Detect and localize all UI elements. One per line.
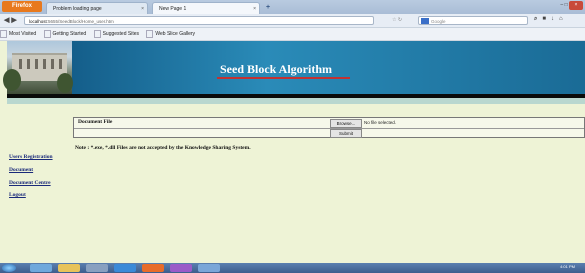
page-icon	[43, 29, 51, 38]
browse-button[interactable]: Browse...	[330, 119, 362, 128]
visual-studio-taskbar-icon[interactable]	[170, 264, 192, 272]
google-icon	[421, 18, 429, 24]
banner-underline	[217, 77, 350, 79]
new-tab-button[interactable]: +	[262, 3, 274, 13]
media-taskbar-icon[interactable]	[86, 264, 108, 272]
maximize-icon[interactable]: □	[565, 2, 568, 8]
tab-label: New Page 1	[159, 6, 187, 12]
tab-new-page[interactable]: New Page 1 ×	[152, 2, 260, 14]
document-file-label: Document File	[78, 119, 113, 125]
banner-light-strip	[7, 98, 585, 104]
windows-taskbar: 4:01 PM	[0, 263, 585, 273]
minimize-icon[interactable]: –	[560, 2, 563, 8]
search-placeholder: Google	[431, 19, 446, 24]
reload-icon[interactable]: ↻	[398, 17, 402, 23]
url-tools: ☆ ↻	[392, 17, 402, 23]
start-button-icon[interactable]	[2, 264, 16, 272]
bookmark-star-icon[interactable]: ☆	[392, 17, 396, 23]
form-row	[74, 118, 584, 129]
close-icon[interactable]: ×	[141, 3, 144, 14]
page-icon	[0, 29, 7, 38]
home-icon[interactable]: ⌂	[559, 16, 568, 22]
banner-title: Seed Block Algorithm	[220, 62, 333, 76]
close-icon[interactable]: ×	[253, 3, 256, 14]
bookmark-getting-started[interactable]: Getting Started	[43, 29, 86, 38]
ie-taskbar-icon[interactable]	[30, 264, 52, 272]
sidebar-item-logout[interactable]: Logout	[9, 192, 26, 198]
submit-button[interactable]: Submit	[330, 129, 362, 138]
file-status-text: No file selected.	[364, 120, 397, 125]
page-icon	[146, 29, 154, 38]
chrome-taskbar-icon[interactable]	[114, 264, 136, 272]
back-arrow-icon[interactable]: ◀	[4, 17, 9, 24]
toolbar-icons: ⌕■↓⌂	[534, 16, 568, 23]
explorer-taskbar-icon[interactable]	[58, 264, 80, 272]
firefox-taskbar-icon[interactable]	[142, 264, 164, 272]
search-input[interactable]: Google	[418, 16, 528, 25]
file-type-note: Note : *.exe, *.dll Files are not accept…	[75, 145, 251, 151]
page-icon	[93, 29, 101, 38]
sidebar-item-document[interactable]: Document	[9, 167, 33, 173]
bookmark-web-slice-gallery[interactable]: Web Slice Gallery	[146, 29, 195, 38]
navigation-bar: ◀ ▶ localhost:5655/SeedBlock/Home_user.h…	[0, 14, 585, 28]
forward-arrow-icon[interactable]: ▶	[11, 17, 16, 24]
tab-problem-loading[interactable]: Problem loading page ×	[46, 2, 148, 14]
sidebar-item-document-centre[interactable]: Document Centre	[9, 180, 51, 186]
window-close-icon[interactable]: ×	[569, 1, 583, 10]
tab-label: Problem loading page	[53, 6, 102, 12]
url-bar[interactable]: localhost:5655/SeedBlock/Home_user.htm	[24, 16, 374, 25]
bookmark-most-visited[interactable]: Most Visited	[0, 29, 36, 38]
url-path: :5655/SeedBlock/Home_user.htm	[46, 19, 114, 24]
bookmarks-bar: Most Visited Getting Started Suggested S…	[0, 28, 585, 41]
upload-form-table: Document File Browse... No file selected…	[73, 117, 585, 138]
campus-photo	[3, 41, 73, 94]
url-host: localhost	[29, 19, 47, 24]
window-controls: – □ ×	[547, 1, 583, 11]
download-icon[interactable]: ↓	[551, 16, 559, 22]
browser-tab-bar: Firefox Problem loading page × New Page …	[0, 0, 585, 14]
sidebar-item-users-registration[interactable]: Users Registration	[9, 154, 53, 160]
back-forward-buttons: ◀ ▶	[4, 16, 17, 24]
bookmarks-icon[interactable]: ■	[542, 16, 551, 22]
bookmark-suggested-sites[interactable]: Suggested Sites	[93, 29, 139, 38]
taskbar-clock: 4:01 PM	[560, 264, 575, 269]
firefox-menu-button[interactable]: Firefox	[2, 1, 42, 12]
header-banner: Seed Block Algorithm	[3, 41, 585, 94]
window-taskbar-icon[interactable]	[198, 264, 220, 272]
